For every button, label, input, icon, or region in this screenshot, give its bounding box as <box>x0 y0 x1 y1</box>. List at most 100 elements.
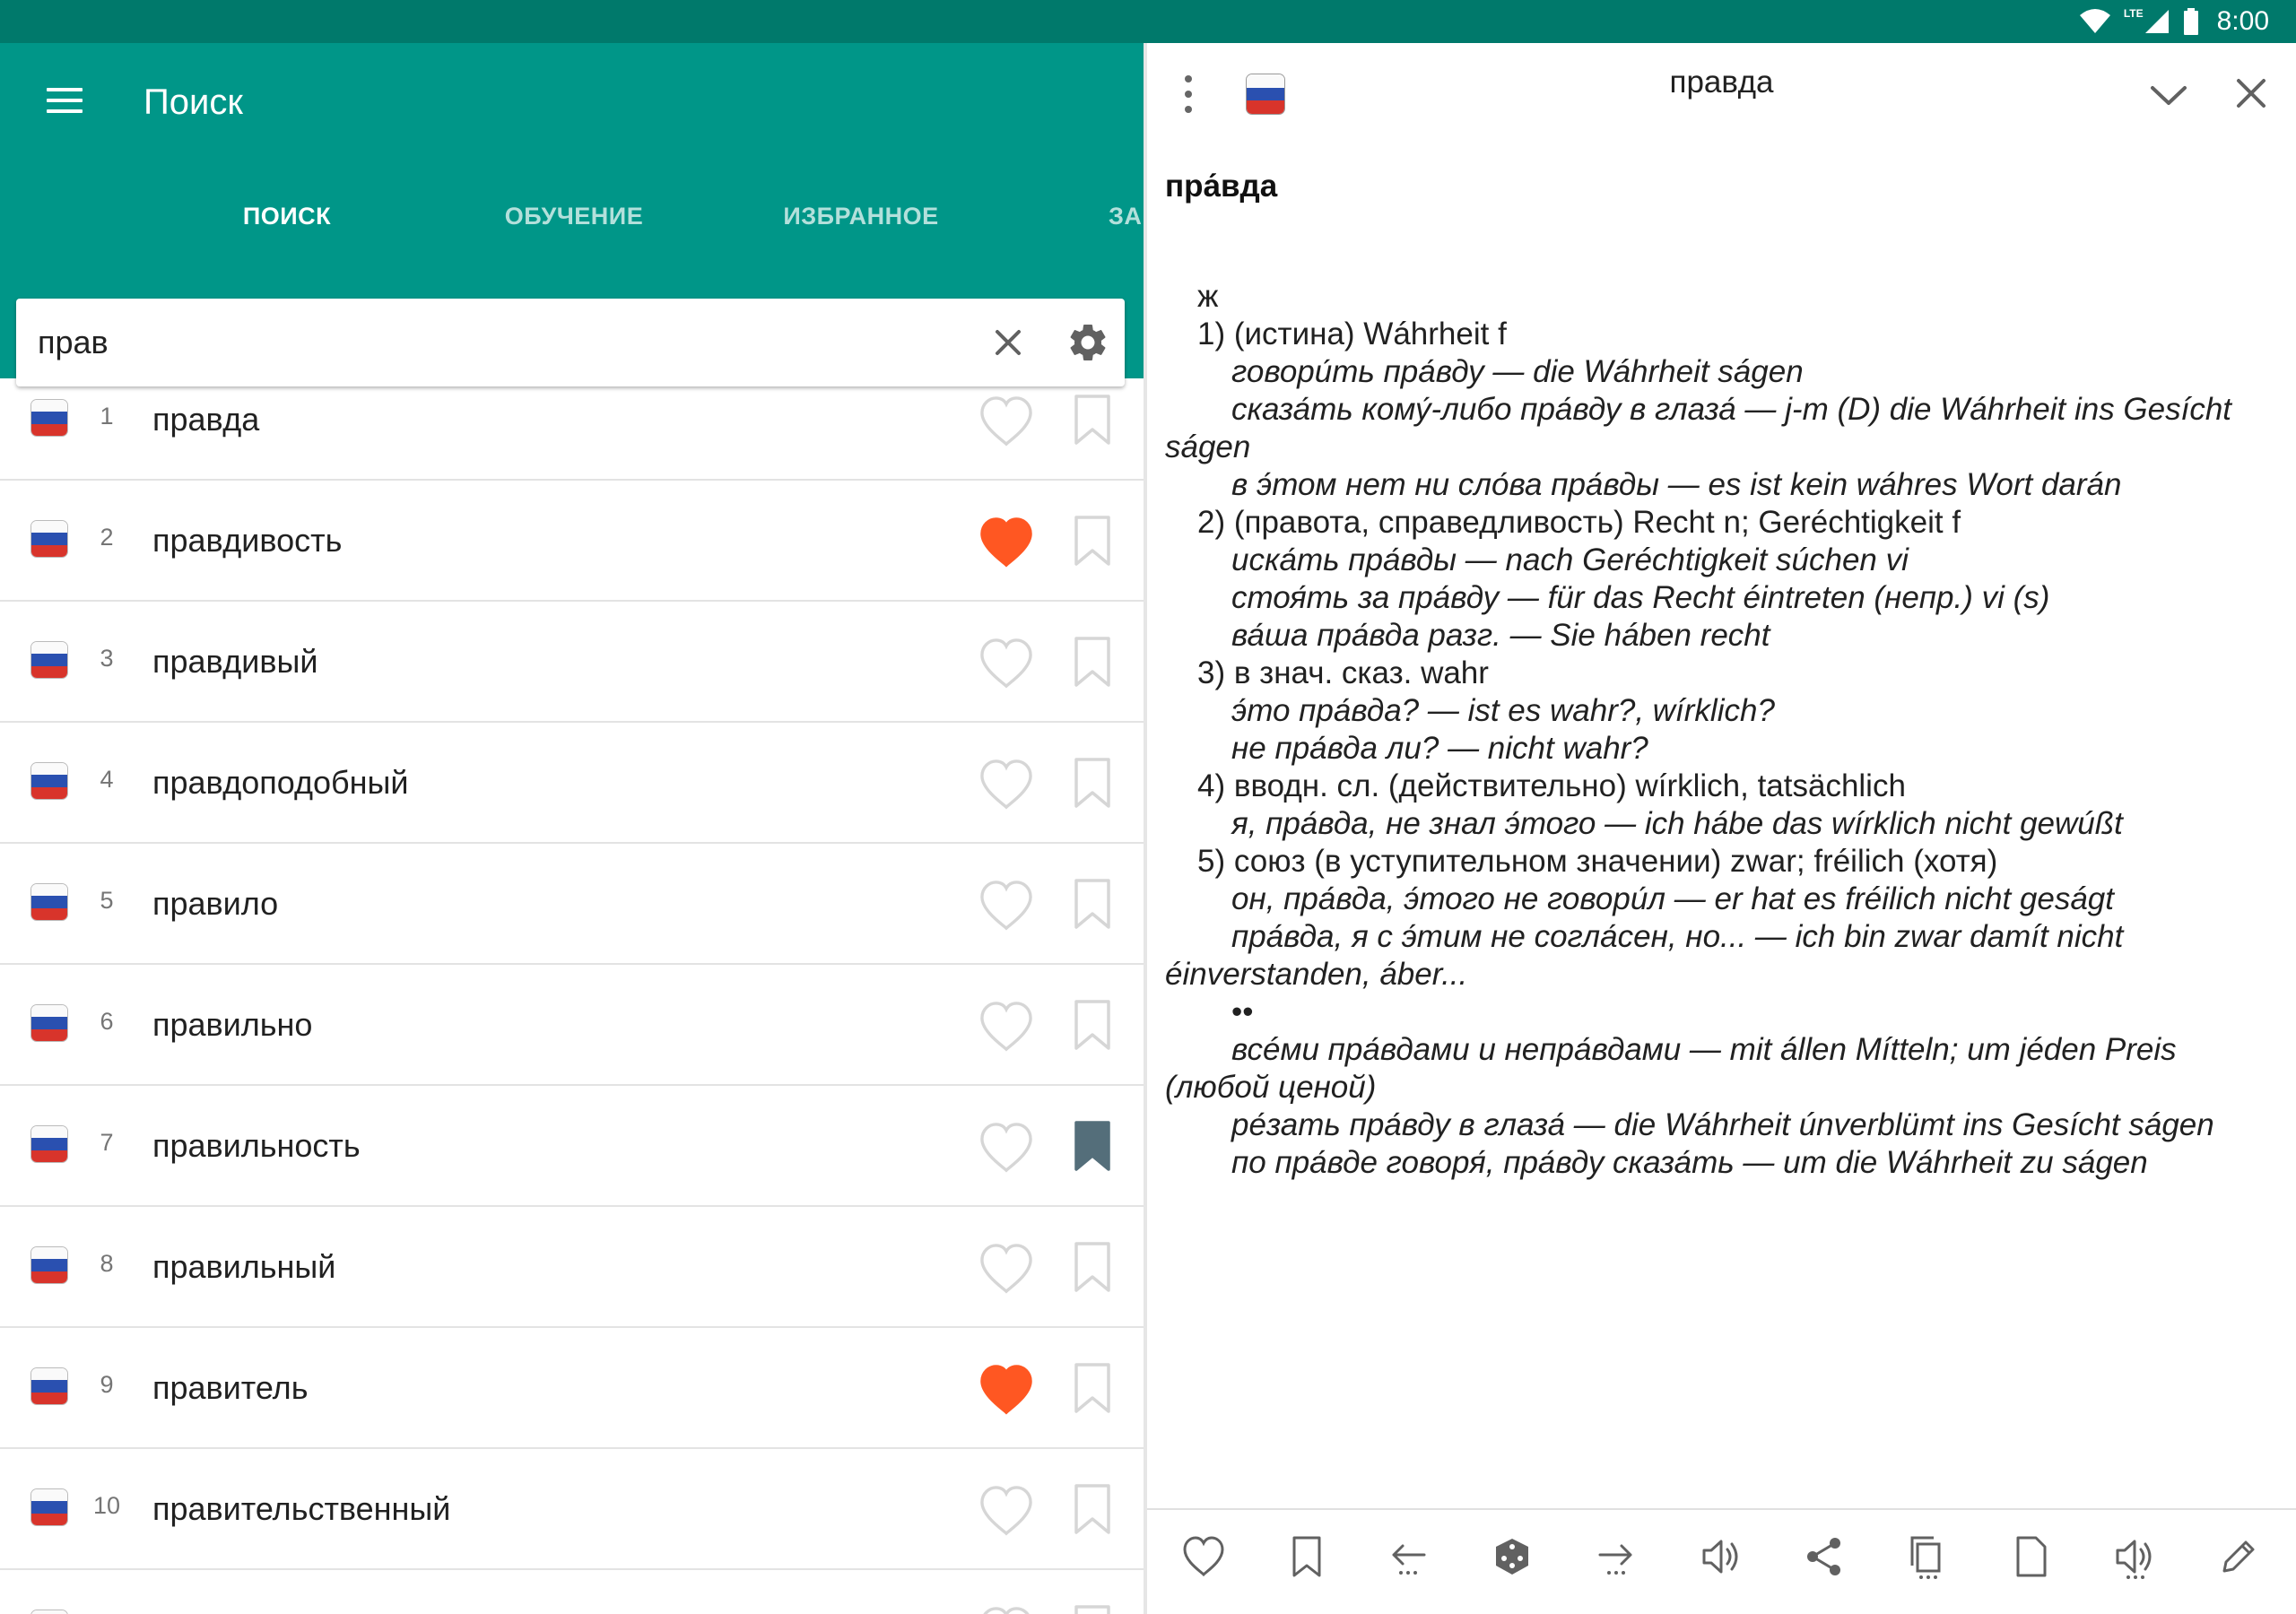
article-line: говори́ть пра́вду — die Wáhrheit ságen <box>1231 354 1804 389</box>
speaker-alt-icon[interactable] <box>2110 1533 2157 1580</box>
article-line: ж <box>1197 279 1219 314</box>
heart-icon[interactable] <box>978 1364 1035 1416</box>
article-title: правда <box>1669 65 1774 100</box>
speaker-icon[interactable] <box>1697 1533 1744 1580</box>
result-word: правдивый <box>152 643 318 680</box>
result-number: 10 <box>92 1492 121 1519</box>
russian-flag-icon <box>30 1367 68 1405</box>
article-line: •• <box>1231 994 1254 1029</box>
article-line: по пра́вде говоря́, пра́вду сказа́ть — u… <box>1231 1145 2148 1180</box>
heart-icon[interactable] <box>978 395 1035 447</box>
result-row[interactable]: 7 правильность <box>0 1086 1144 1207</box>
result-row[interactable]: 9 правитель <box>0 1328 1144 1449</box>
status-icons: LTE 8:00 <box>2079 0 2269 43</box>
tab-bookmarks[interactable]: ЗАКЛ <box>1109 203 1144 230</box>
result-row[interactable]: 5 правило <box>0 844 1144 965</box>
copy-icon[interactable] <box>1903 1533 1950 1580</box>
russian-flag-icon <box>30 1246 68 1284</box>
result-row[interactable]: 10 правительственный <box>0 1449 1144 1570</box>
russian-flag-icon <box>30 520 68 558</box>
battery-icon <box>2183 8 2198 35</box>
page-icon[interactable] <box>2007 1533 2054 1580</box>
article-line: 5) союз (в уступительном значении) zwar;… <box>1197 844 1998 879</box>
article-line: стоя́ть за пра́вду — für das Recht éintr… <box>1231 580 2050 615</box>
bookmark-icon[interactable] <box>1073 515 1112 567</box>
result-row[interactable]: 6 правильно <box>0 965 1144 1086</box>
bookmark-icon[interactable] <box>1073 1120 1112 1172</box>
search-pane: Поиск ПОИСК ОБУЧЕНИЕ ИЗБРАННОЕ ЗАКЛ 1 пра… <box>0 43 1144 1614</box>
result-word: правдивость <box>152 522 343 559</box>
clear-icon[interactable] <box>989 324 1027 361</box>
tab-favorites[interactable]: ИЗБРАННОЕ <box>783 203 938 230</box>
russian-flag-icon <box>30 1488 68 1526</box>
menu-icon[interactable] <box>47 88 83 117</box>
result-number: 6 <box>100 1008 114 1035</box>
heart-icon[interactable] <box>978 1122 1035 1174</box>
dice-icon[interactable] <box>1489 1533 1535 1580</box>
article-toolbar <box>1147 1508 2296 1614</box>
heart-icon[interactable] <box>978 1001 1035 1053</box>
bookmark-icon[interactable] <box>1283 1533 1330 1580</box>
result-row[interactable]: 4 правдоподобный <box>0 723 1144 844</box>
result-row[interactable]: 8 правильный <box>0 1207 1144 1328</box>
result-number: 1 <box>100 403 114 430</box>
article-line: он, пра́вда, э́того не говори́л — er hat… <box>1231 881 2114 916</box>
article-line: 4) вводн. сл. (действительно) wírklich, … <box>1197 768 1906 803</box>
heart-icon[interactable] <box>978 759 1035 811</box>
result-word: правитель <box>152 1369 309 1406</box>
article-line: в э́том нет ни сло́ва пра́вды — es ist k… <box>1231 467 2122 502</box>
heart-icon[interactable] <box>978 1243 1035 1295</box>
result-word: правильно <box>152 1006 313 1043</box>
russian-flag-icon <box>30 641 68 679</box>
result-number: 9 <box>100 1371 114 1398</box>
result-word: правило <box>152 885 279 922</box>
tab-learning[interactable]: ОБУЧЕНИЕ <box>505 203 643 230</box>
back-arrow-icon[interactable] <box>1385 1533 1431 1580</box>
result-row[interactable]: 1 правда <box>0 360 1144 481</box>
article-line: я, пра́вда, не знал э́того — ich hábe da… <box>1231 806 2123 841</box>
bookmark-icon[interactable] <box>1073 878 1112 930</box>
article-line: éinverstanden, áber... <box>1165 957 1468 992</box>
forward-arrow-icon[interactable] <box>1593 1533 1639 1580</box>
result-word: правильный <box>152 1248 336 1285</box>
heart-icon[interactable] <box>978 1485 1035 1537</box>
chevron-down-icon[interactable] <box>2148 79 2189 111</box>
heart-icon[interactable] <box>978 516 1035 568</box>
article-line: ságen <box>1165 430 1251 464</box>
tab-bar: ПОИСК ОБУЧЕНИЕ ИЗБРАННОЕ ЗАКЛ <box>0 187 1144 244</box>
bookmark-icon[interactable] <box>1073 394 1112 446</box>
result-number: 5 <box>100 887 114 914</box>
close-icon[interactable] <box>2233 75 2269 111</box>
result-row[interactable]: 2 правдивость <box>0 481 1144 602</box>
result-row[interactable] <box>0 1570 1144 1614</box>
status-bar: LTE 8:00 <box>0 0 2296 43</box>
result-number: 4 <box>100 766 114 793</box>
wifi-icon <box>2079 9 2110 33</box>
heart-icon[interactable] <box>978 880 1035 932</box>
result-word: правильность <box>152 1127 361 1164</box>
edit-icon[interactable] <box>2215 1533 2262 1580</box>
bookmark-icon[interactable] <box>1073 1604 1112 1614</box>
share-icon[interactable] <box>1801 1533 1848 1580</box>
headword: пра́вда <box>1165 169 1278 204</box>
article-line: не пра́вда ли? — nicht wahr? <box>1231 731 1648 766</box>
bookmark-icon[interactable] <box>1073 1362 1112 1414</box>
tab-search[interactable]: ПОИСК <box>243 203 331 230</box>
article-pane: правда пра́вда ж 1) (истина) Wáhrheit f го… <box>1147 43 2296 1614</box>
bookmark-icon[interactable] <box>1073 999 1112 1051</box>
bookmark-icon[interactable] <box>1073 757 1112 809</box>
result-number: 3 <box>100 645 114 672</box>
heart-icon[interactable] <box>978 1606 1035 1614</box>
bookmark-icon[interactable] <box>1073 1241 1112 1293</box>
article-line: э́то пра́вда? — ist es wahr?, wírklich? <box>1231 693 1775 728</box>
article-line: сказа́ть кому́-либо пра́вду в глаза́ — j… <box>1231 392 2232 427</box>
gear-icon[interactable] <box>1065 320 1110 365</box>
result-word: правдоподобный <box>152 764 409 801</box>
heart-icon[interactable] <box>978 638 1035 690</box>
result-row[interactable]: 3 правдивый <box>0 602 1144 723</box>
bookmark-icon[interactable] <box>1073 1483 1112 1535</box>
heart-icon[interactable] <box>1180 1533 1227 1580</box>
bookmark-icon[interactable] <box>1073 636 1112 688</box>
article-line: пра́вда, я с э́тим не согла́сен, но... —… <box>1231 919 2124 954</box>
result-number: 8 <box>100 1250 114 1277</box>
